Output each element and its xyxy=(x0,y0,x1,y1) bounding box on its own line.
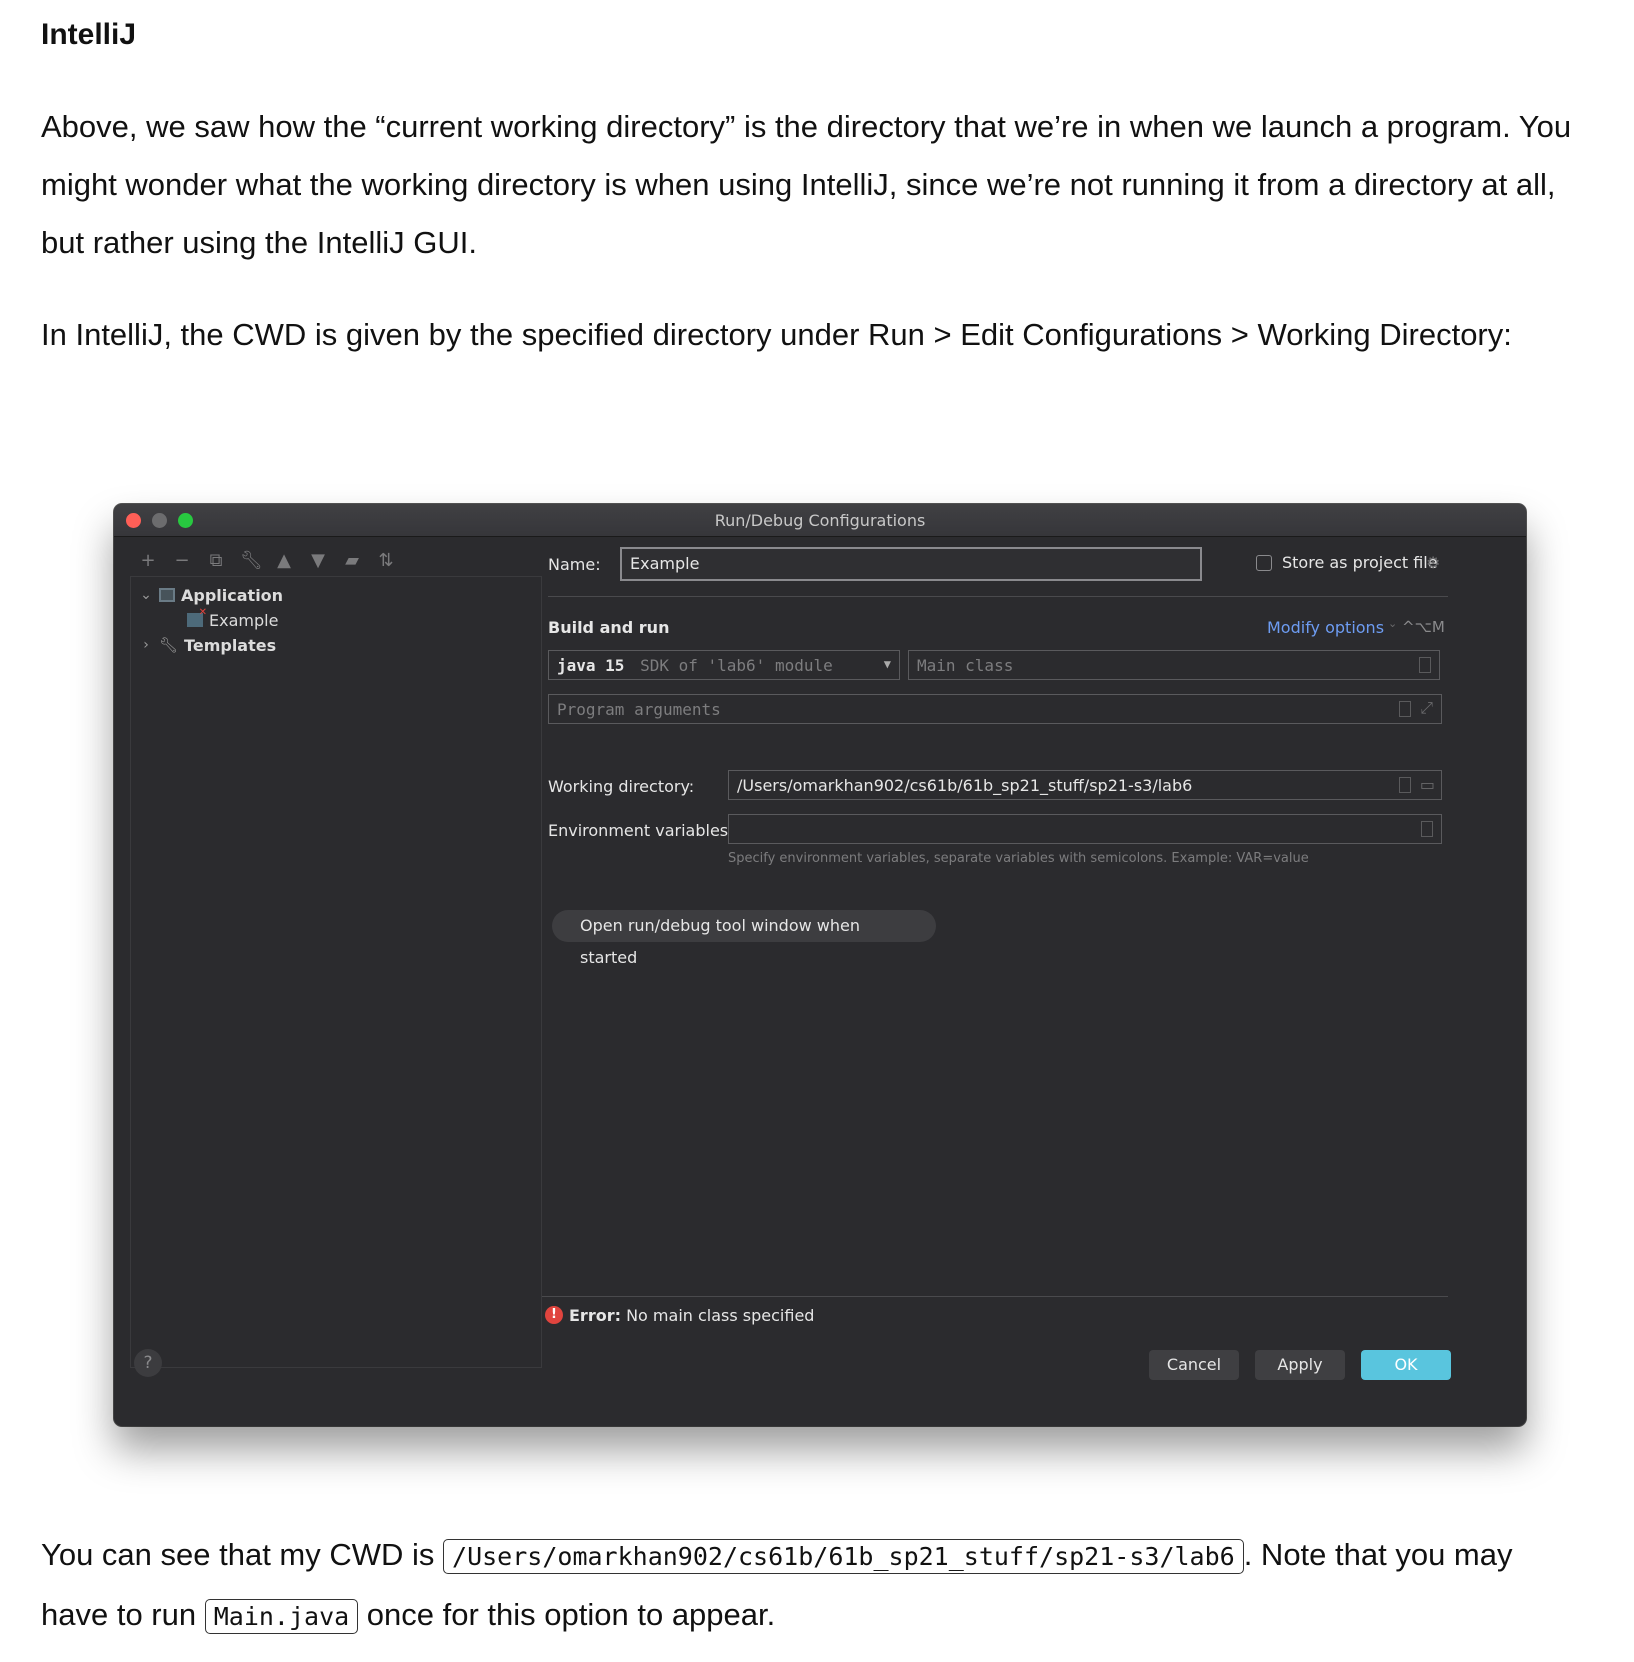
config-tree: ⌄ Application Example › 🔧︎ Templates xyxy=(130,576,542,1368)
gear-icon[interactable]: ⚙ xyxy=(1426,553,1440,572)
copy-icon[interactable]: ⧉ xyxy=(206,551,226,571)
working-directory-label: Working directory: xyxy=(548,777,695,796)
wrench-icon: 🔧︎ xyxy=(159,636,179,654)
section-heading: IntelliJ xyxy=(41,18,137,51)
modify-options-link[interactable]: Modify options xyxy=(1267,618,1384,637)
plus-icon[interactable]: + xyxy=(138,551,158,571)
config-toolbar: + − ⧉ 🔧︎ ▲ ▼ ▰ ⇅ xyxy=(138,548,396,574)
modify-options-shortcut: ^⌥M xyxy=(1402,618,1445,636)
error-message: Error: No main class specified xyxy=(569,1306,815,1325)
sdk-select[interactable]: java 15 SDK of 'lab6' module ▼ xyxy=(548,650,900,680)
tree-item-application[interactable]: ⌄ Application xyxy=(139,583,283,607)
insert-macro-icon[interactable] xyxy=(1399,701,1411,717)
intro-paragraph: Above, we saw how the “current working d… xyxy=(41,109,1572,260)
chevron-down-icon[interactable]: ⌄ xyxy=(139,587,153,603)
cancel-button[interactable]: Cancel xyxy=(1149,1350,1239,1380)
browse-icon[interactable] xyxy=(1419,657,1431,673)
arrow-down-icon[interactable]: ▼ xyxy=(308,551,328,571)
working-directory-input[interactable]: /Users/omarkhan902/cs61b/61b_sp21_stuff/… xyxy=(728,770,1442,800)
cwd-path-code: /Users/omarkhan902/cs61b/61b_sp21_stuff/… xyxy=(443,1539,1244,1574)
run-debug-dialog: Run/Debug Configurations + − ⧉ 🔧︎ ▲ ▼ ▰ … xyxy=(114,504,1526,1426)
name-label: Name: xyxy=(548,555,601,574)
expand-icon[interactable]: ⤢ xyxy=(1420,698,1433,718)
divider xyxy=(542,1296,1448,1297)
tree-item-templates[interactable]: › 🔧︎ Templates xyxy=(139,633,276,657)
sort-icon[interactable]: ⇅ xyxy=(376,551,396,571)
edit-env-icon[interactable] xyxy=(1421,821,1433,837)
help-button[interactable]: ? xyxy=(134,1349,162,1377)
folder-icon[interactable]: ▭ xyxy=(1420,775,1435,794)
environment-variables-input[interactable] xyxy=(728,814,1442,844)
open-tool-window-option[interactable]: Open run/debug tool window when started xyxy=(552,910,936,967)
run-config-error-icon xyxy=(187,607,207,627)
chevron-right-icon[interactable]: › xyxy=(139,637,153,653)
minus-icon[interactable]: − xyxy=(172,551,192,571)
dialog-titlebar: Run/Debug Configurations xyxy=(114,504,1526,537)
cwd-paragraph: In IntelliJ, the CWD is given by the spe… xyxy=(41,317,1512,352)
environment-variables-hint: Specify environment variables, separate … xyxy=(728,851,1309,866)
divider xyxy=(548,596,1448,597)
tree-item-example[interactable]: Example xyxy=(187,607,278,632)
cwd-note-paragraph: You can see that my CWD is /Users/omarkh… xyxy=(41,1537,1513,1634)
application-icon xyxy=(159,588,175,602)
wrench-icon[interactable]: 🔧︎ xyxy=(240,551,263,571)
insert-macro-icon[interactable] xyxy=(1399,777,1411,793)
error-icon: ! xyxy=(545,1306,563,1324)
store-project-checkbox[interactable] xyxy=(1256,555,1272,571)
dialog-title: Run/Debug Configurations xyxy=(714,511,926,530)
name-input[interactable]: Example xyxy=(620,547,1202,581)
main-class-input[interactable]: Main class xyxy=(908,650,1440,680)
folder-add-icon[interactable]: ▰ xyxy=(342,551,362,571)
store-project-label: Store as project file xyxy=(1282,553,1438,572)
arrow-up-icon[interactable]: ▲ xyxy=(274,551,294,571)
program-arguments-input[interactable]: Program arguments ⤢ xyxy=(548,694,1442,724)
apply-button[interactable]: Apply xyxy=(1255,1350,1345,1380)
environment-variables-label: Environment variables: xyxy=(548,821,734,840)
dropdown-arrow-icon: ▼ xyxy=(883,657,891,671)
build-run-heading: Build and run xyxy=(548,618,670,637)
main-java-code: Main.java xyxy=(204,1599,359,1634)
chevron-down-icon: ⌄ xyxy=(1388,617,1398,630)
ok-button[interactable]: OK xyxy=(1361,1350,1451,1380)
